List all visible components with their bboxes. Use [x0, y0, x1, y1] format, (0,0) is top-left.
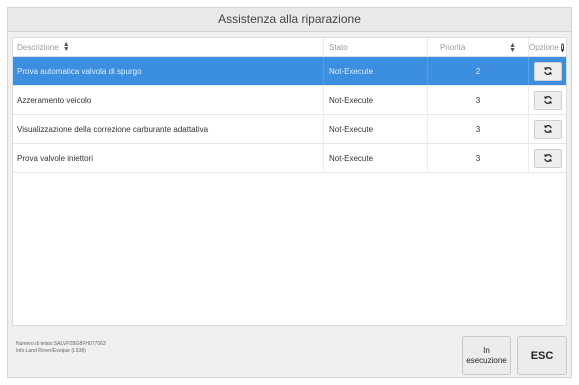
- column-header-priority[interactable]: Priorità ▲ ▼: [427, 38, 528, 56]
- repair-assistance-window: Assistenza alla riparazione Descrizione …: [7, 7, 572, 378]
- row-status: Not-Execute: [323, 144, 427, 172]
- row-options: [528, 144, 567, 172]
- column-header-description[interactable]: Descrizione ▲ ▼: [13, 38, 323, 56]
- row-priority: 3: [427, 144, 528, 172]
- row-status: Not-Execute: [323, 115, 427, 143]
- row-description: Azzeramento veicolo: [17, 95, 92, 105]
- table-row[interactable]: Azzeramento veicolo Not-Execute 3: [13, 86, 566, 115]
- row-priority: 3: [427, 115, 528, 143]
- run-button[interactable]: In esecuzione: [462, 336, 511, 375]
- row-priority: 3: [427, 86, 528, 114]
- row-options: [528, 115, 567, 143]
- row-options: [528, 86, 567, 114]
- refresh-button[interactable]: [534, 61, 562, 81]
- vehicle-info: Numero di telaio:SALVP2BG8FH077063 Info:…: [16, 341, 106, 355]
- refresh-button[interactable]: [534, 119, 562, 139]
- run-button-label-line1: In: [483, 345, 490, 355]
- table-row[interactable]: Prova automatica valvola di spurgo Not-Ex…: [13, 57, 566, 86]
- sort-icon[interactable]: ▲ ▼: [63, 41, 70, 53]
- row-priority: 2: [427, 57, 528, 85]
- refresh-icon: [543, 66, 553, 76]
- column-header-status: Stato: [323, 38, 427, 56]
- esc-button[interactable]: ESC: [517, 336, 567, 375]
- table-row[interactable]: Prova valvole iniettori Not-Execute 3: [13, 144, 566, 173]
- row-status: Not-Execute: [323, 57, 427, 85]
- row-description: Visualizzazione della correzione carbura…: [17, 124, 209, 134]
- row-description: Prova automatica valvola di spurgo: [17, 66, 142, 76]
- column-header-options: Opzione i: [528, 38, 567, 56]
- refresh-icon: [543, 153, 553, 163]
- refresh-icon: [543, 124, 553, 134]
- refresh-button[interactable]: [534, 90, 562, 110]
- column-header-description-label: Descrizione: [17, 42, 59, 52]
- column-header-priority-label: Priorità: [440, 42, 466, 52]
- row-status: Not-Execute: [323, 86, 427, 114]
- row-description: Prova valvole iniettori: [17, 153, 94, 163]
- row-options: [528, 57, 567, 85]
- tasks-table: Descrizione ▲ ▼ Stato Priorità ▲ ▼ Opzione…: [12, 37, 567, 326]
- vehicle-model-text: Info:Land Rover/Evoque (L538): [16, 348, 86, 354]
- sort-icon[interactable]: ▲ ▼: [509, 42, 516, 54]
- column-header-status-label: Stato: [329, 42, 348, 52]
- table-row[interactable]: Visualizzazione della correzione carbura…: [13, 115, 566, 144]
- footer-bar: Numero di telaio:SALVP2BG8FH077063 Info:…: [8, 331, 571, 378]
- refresh-icon: [543, 95, 553, 105]
- column-header-options-label: Opzione: [529, 42, 559, 52]
- vin-text: Numero di telaio:SALVP2BG8FH077063: [16, 341, 106, 347]
- table-header: Descrizione ▲ ▼ Stato Priorità ▲ ▼ Opzione…: [13, 38, 566, 57]
- refresh-button[interactable]: [534, 148, 562, 168]
- info-icon[interactable]: i: [560, 42, 564, 52]
- window-title: Assistenza alla riparazione: [8, 8, 571, 32]
- run-button-label-line2: esecuzione: [466, 355, 507, 365]
